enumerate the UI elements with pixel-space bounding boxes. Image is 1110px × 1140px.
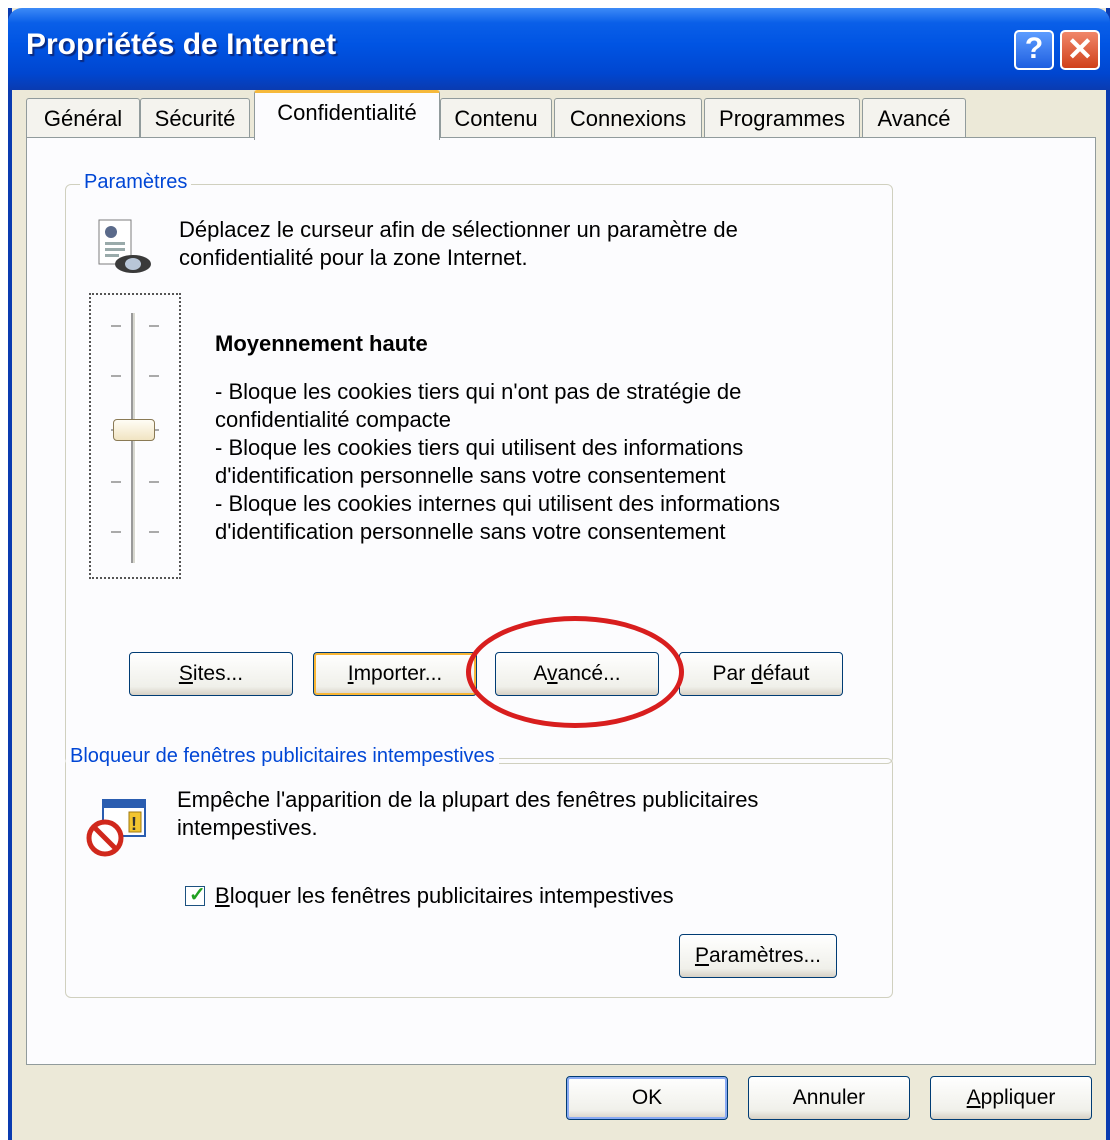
close-button[interactable]: ✕ <box>1060 30 1100 70</box>
slider-thumb[interactable] <box>113 419 155 441</box>
par-defaut-button[interactable]: Par défaut <box>679 652 843 696</box>
tab-label: Confidentialité <box>277 100 417 125</box>
privacy-level-title: Moyennement haute <box>215 331 428 356</box>
privacy-level-line: - Bloque les cookies tiers qui utilisent… <box>215 435 744 460</box>
help-button[interactable]: ? <box>1014 30 1054 70</box>
popup-blocker-description-line2: intempestives. <box>177 815 318 840</box>
tab-contenu[interactable]: Contenu <box>440 98 552 138</box>
slider-tick <box>149 531 159 533</box>
btn-text: ppliquer <box>980 1086 1056 1109</box>
btn-text: ites... <box>192 662 244 685</box>
slider-tick <box>149 375 159 377</box>
privacy-level-line: d'identification personnelle sans votre … <box>215 463 726 488</box>
settings-description-line2: confidentialité pour la zone Internet. <box>179 245 528 270</box>
btn-text: OK <box>631 1086 663 1109</box>
slider-tick <box>149 481 159 483</box>
slider-tick <box>111 531 121 533</box>
checkbox-text: loquer les fenêtres publicitaires intemp… <box>229 883 674 908</box>
tab-securite[interactable]: Sécurité <box>140 98 250 138</box>
help-icon: ? <box>1024 32 1044 65</box>
btn-accesskey: A <box>966 1086 981 1109</box>
title-bar[interactable]: Propriétés de Internet ? ✕ <box>8 8 1110 90</box>
btn-text: éfaut <box>762 662 810 685</box>
popup-blocker-icon: ! <box>86 799 146 857</box>
block-popups-checkbox[interactable]: ✓ <box>185 884 206 906</box>
appliquer-button[interactable]: Appliquer <box>930 1076 1092 1120</box>
popup-blocker-description-line1: Empêche l'apparition de la plupart des f… <box>177 787 759 812</box>
popup-settings-button[interactable]: Paramètres... <box>679 934 837 978</box>
privacy-level-line: confidentialité compacte <box>215 407 452 432</box>
btn-text: mporter... <box>353 662 443 685</box>
checkbox-accesskey: B <box>215 883 230 908</box>
privacy-level-line: - Bloque les cookies tiers qui n'ont pas… <box>215 379 742 404</box>
checkmark-icon: ✓ <box>189 884 206 906</box>
slider-tick <box>111 375 121 377</box>
slider-tick <box>149 325 159 327</box>
annotation-circle <box>466 616 684 728</box>
tab-label: Général <box>43 106 123 131</box>
tab-confidentialite[interactable]: Confidentialité <box>254 90 440 140</box>
tab-label: Avancé <box>877 106 951 131</box>
popup-blocker-legend: Bloqueur de fenêtres publicitaires intem… <box>66 745 499 768</box>
importer-button[interactable]: Importer... <box>313 652 477 696</box>
slider-tick <box>111 325 121 327</box>
sites-button[interactable]: Sites... <box>129 652 293 696</box>
block-popups-label[interactable]: Bloquer les fenêtres publicitaires intem… <box>215 882 674 910</box>
window-title: Propriétés de Internet <box>26 28 337 61</box>
tab-connexions[interactable]: Connexions <box>554 98 702 138</box>
btn-accesskey: P <box>694 944 709 967</box>
privacy-level-line: - Bloque les cookies internes qui utilis… <box>215 491 780 516</box>
tab-label: Programmes <box>719 106 845 131</box>
settings-description-line1: Déplacez le curseur afin de sélectionner… <box>179 217 738 242</box>
privacy-icon <box>98 219 151 273</box>
btn-text: Annuler <box>792 1086 866 1109</box>
btn-accesskey: d <box>751 662 763 685</box>
annuler-button[interactable]: Annuler <box>748 1076 910 1120</box>
close-icon: ✕ <box>1066 31 1094 67</box>
btn-text: Par <box>712 662 752 685</box>
btn-accesskey: S <box>178 662 193 685</box>
btn-text: aramètres... <box>708 944 822 967</box>
settings-group-legend: Paramètres <box>80 171 192 194</box>
tab-programmes[interactable]: Programmes <box>704 98 860 138</box>
tab-label: Sécurité <box>154 106 236 131</box>
ok-button[interactable]: OK <box>566 1076 728 1120</box>
privacy-level-line: d'identification personnelle sans votre … <box>215 519 726 544</box>
tab-avance[interactable]: Avancé <box>862 98 966 138</box>
tab-general[interactable]: Général <box>26 98 140 138</box>
slider-tick <box>111 481 121 483</box>
tab-label: Contenu <box>454 106 538 131</box>
tab-label: Connexions <box>569 106 687 131</box>
privacy-tab-panel: Paramètres Déplacez le curseur afin de s… <box>26 137 1096 1065</box>
svg-text:!: ! <box>131 814 137 834</box>
privacy-level-slider[interactable] <box>89 293 181 579</box>
